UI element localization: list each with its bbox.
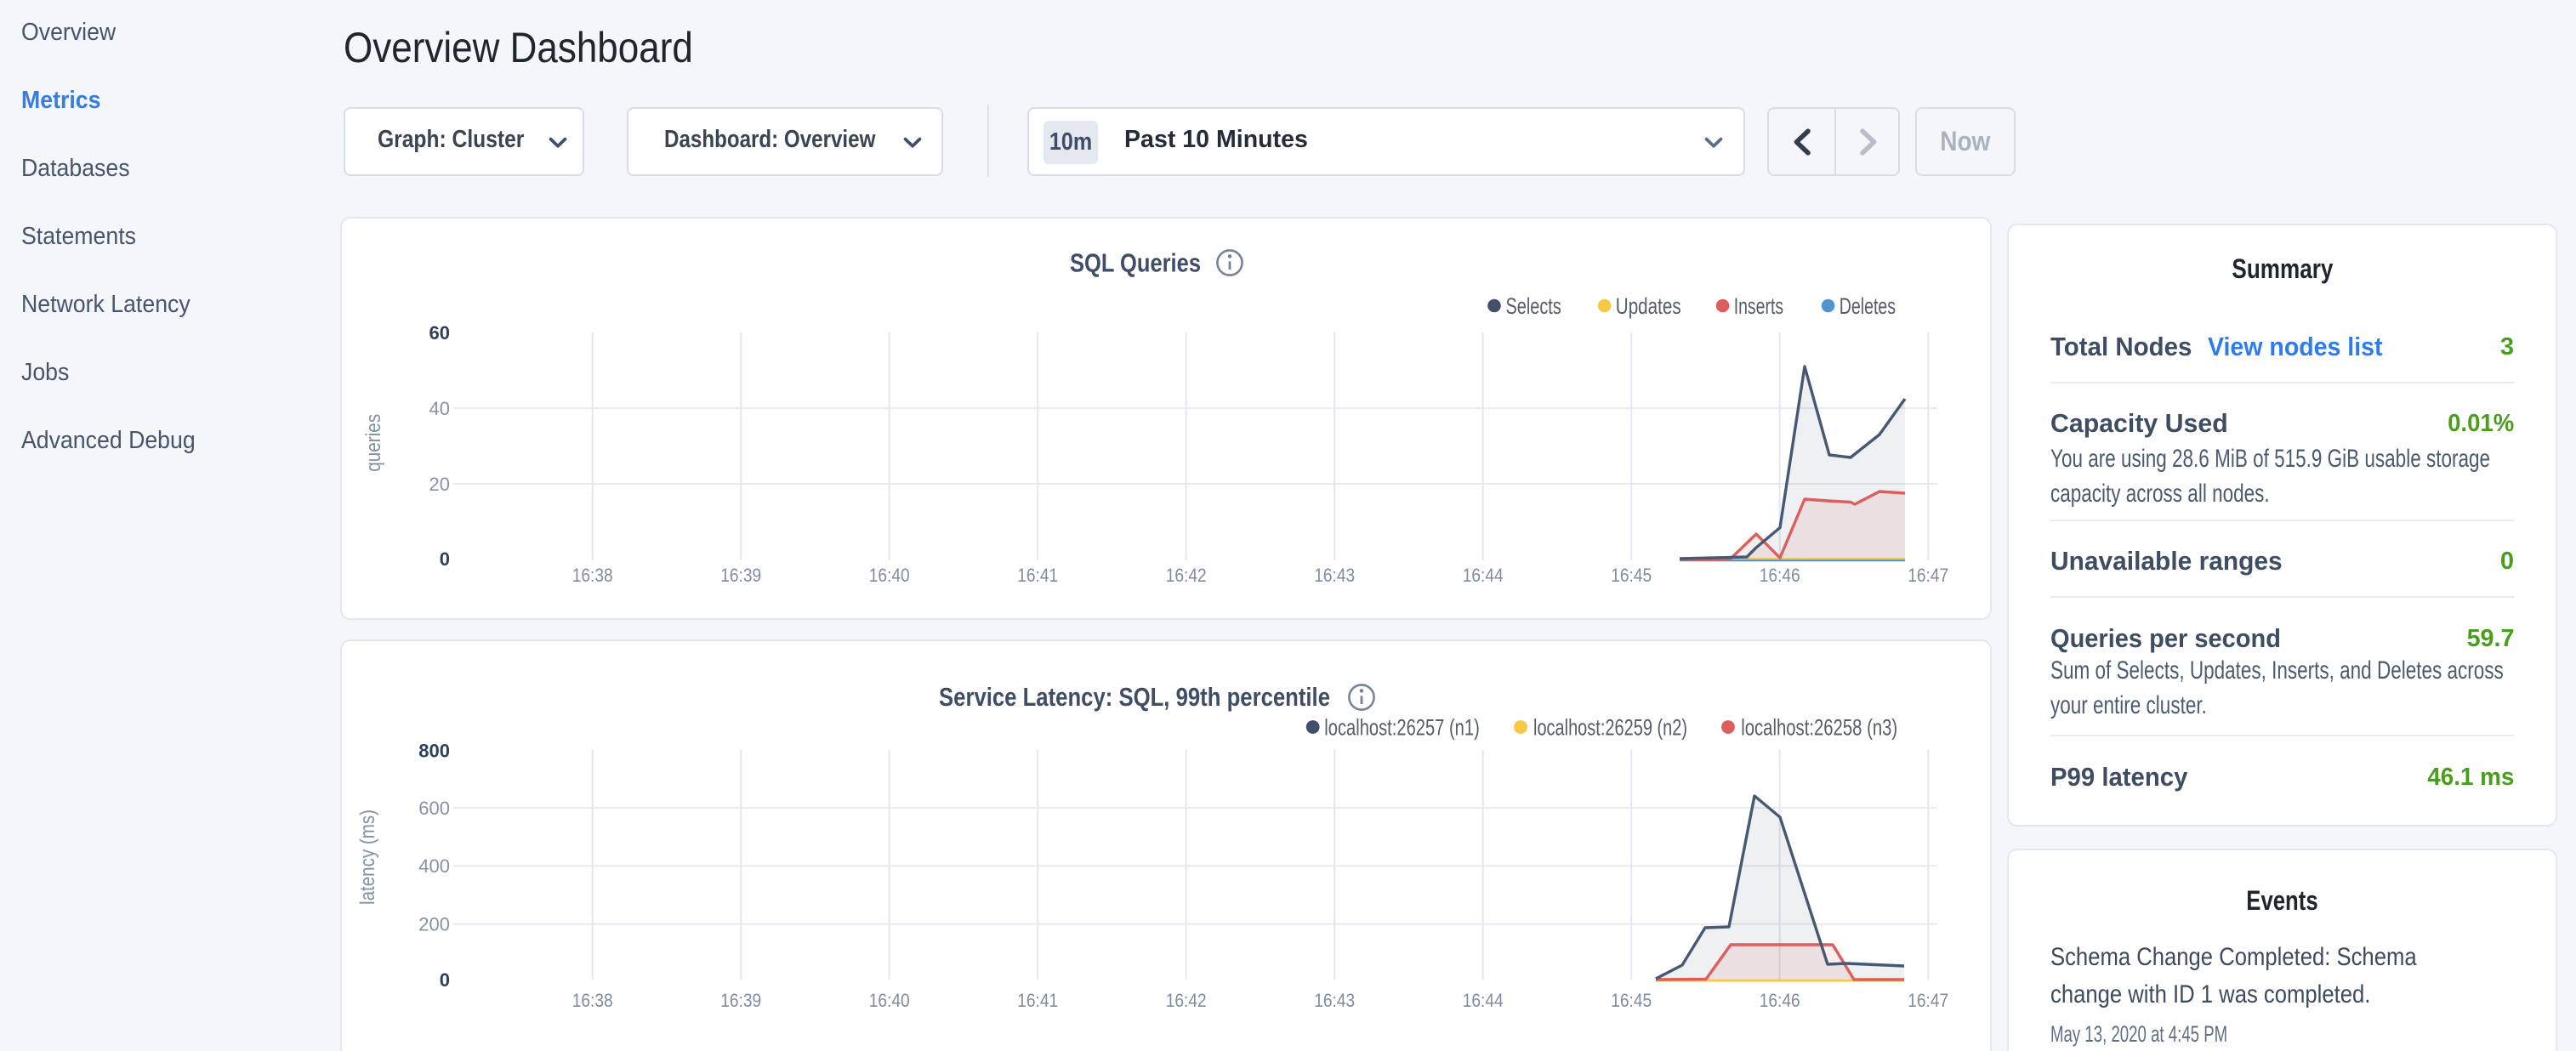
svg-text:16:39: 16:39 xyxy=(720,990,761,1011)
svg-text:Inserts: Inserts xyxy=(1734,293,1783,319)
svg-text:16:41: 16:41 xyxy=(1017,565,1058,586)
svg-text:Updates: Updates xyxy=(1616,293,1681,319)
svg-text:queries: queries xyxy=(362,414,385,472)
svg-text:16:39: 16:39 xyxy=(720,565,761,586)
svg-text:16:45: 16:45 xyxy=(1611,990,1652,1011)
svg-text:16:46: 16:46 xyxy=(1760,990,1800,1011)
svg-text:16:42: 16:42 xyxy=(1166,990,1207,1011)
svg-text:0: 0 xyxy=(440,969,450,991)
svg-text:16:46: 16:46 xyxy=(1760,565,1800,586)
svg-text:16:38: 16:38 xyxy=(572,565,613,586)
svg-text:16:47: 16:47 xyxy=(1908,990,1948,1011)
svg-text:400: 400 xyxy=(418,855,450,877)
svg-text:16:41: 16:41 xyxy=(1017,990,1058,1011)
svg-text:20: 20 xyxy=(429,474,450,495)
svg-text:16:45: 16:45 xyxy=(1611,565,1652,586)
svg-text:60: 60 xyxy=(429,322,450,344)
svg-text:16:40: 16:40 xyxy=(869,565,910,586)
svg-text:Deletes: Deletes xyxy=(1840,293,1896,319)
svg-text:40: 40 xyxy=(429,398,450,419)
svg-text:16:43: 16:43 xyxy=(1314,990,1355,1011)
svg-text:600: 600 xyxy=(418,798,450,819)
svg-text:200: 200 xyxy=(418,914,450,935)
svg-text:latency (ms): latency (ms) xyxy=(356,810,379,905)
svg-text:localhost:26259 (n2): localhost:26259 (n2) xyxy=(1533,714,1687,740)
svg-text:SQL Queries: SQL Queries xyxy=(1070,248,1201,278)
svg-text:Service Latency: SQL, 99th per: Service Latency: SQL, 99th percentile xyxy=(939,682,1330,712)
svg-text:16:47: 16:47 xyxy=(1908,565,1948,586)
svg-text:16:38: 16:38 xyxy=(572,990,613,1011)
svg-text:16:40: 16:40 xyxy=(869,990,910,1011)
svg-text:800: 800 xyxy=(418,741,450,762)
svg-text:Selects: Selects xyxy=(1506,293,1561,319)
svg-text:16:44: 16:44 xyxy=(1463,990,1504,1011)
svg-text:16:42: 16:42 xyxy=(1166,565,1207,586)
svg-text:localhost:26257 (n1): localhost:26257 (n1) xyxy=(1324,714,1480,740)
svg-text:localhost:26258 (n3): localhost:26258 (n3) xyxy=(1741,714,1897,740)
svg-text:0: 0 xyxy=(440,548,450,570)
svg-text:16:43: 16:43 xyxy=(1314,565,1355,586)
svg-text:16:44: 16:44 xyxy=(1463,565,1504,586)
